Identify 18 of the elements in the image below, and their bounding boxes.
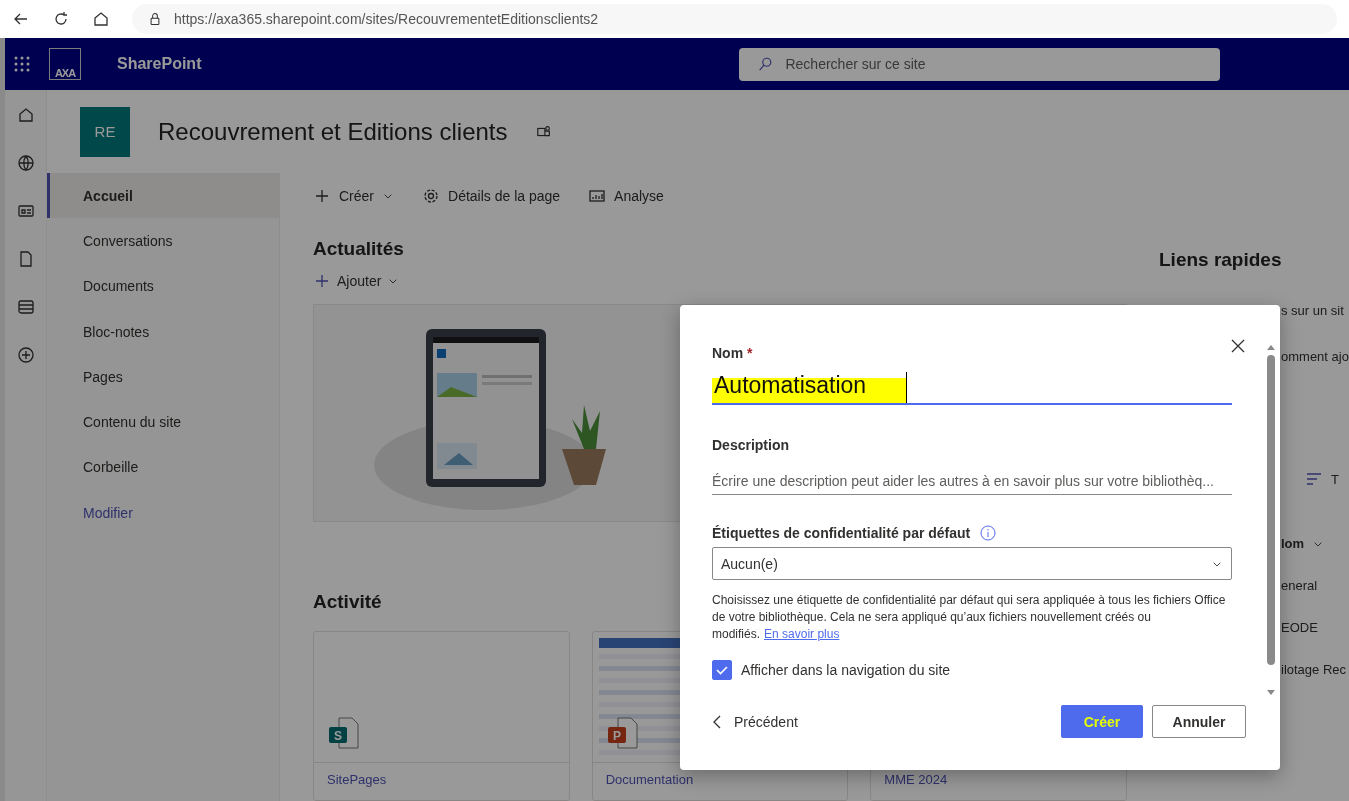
section-title: Liens rapides <box>1159 249 1282 271</box>
table-cell-text: EODE <box>1281 620 1319 635</box>
app-name: SharePoint <box>117 55 202 73</box>
link-text: s sur un sit <box>1281 303 1345 318</box>
logo: AXA <box>49 48 81 80</box>
field-label: Description <box>712 437 789 453</box>
table-cell-text: eneral <box>1281 578 1319 593</box>
search-placeholder: Rechercher sur ce site <box>785 56 926 72</box>
help-text: Choisissez une étiquette de confidentialité par défaut qui sera appliquée à tous les fichiers Office de votre bibliothèque. Cela ne sera appliqué qu’aux fichiers nouvellement créés ou modifiés. En savoir plus <box>712 592 1227 643</box>
link-text: omment ajo <box>1281 349 1349 364</box>
site-title: Recouvrement et Editions clients <box>158 117 508 146</box>
section-title: Actualités <box>313 238 404 261</box>
field-label: Étiquettes de confidentialité par défaut <box>712 525 971 541</box>
table-cell-text: ilotage Rec <box>1281 662 1348 677</box>
site-logo: RE <box>80 106 130 157</box>
section-title: Activité <box>313 591 382 613</box>
field-label: Nom * <box>712 345 753 361</box>
url-text: https://axa365.sharepoint.com/sites/RecouvrementetEditionsclients2 <box>174 11 599 27</box>
